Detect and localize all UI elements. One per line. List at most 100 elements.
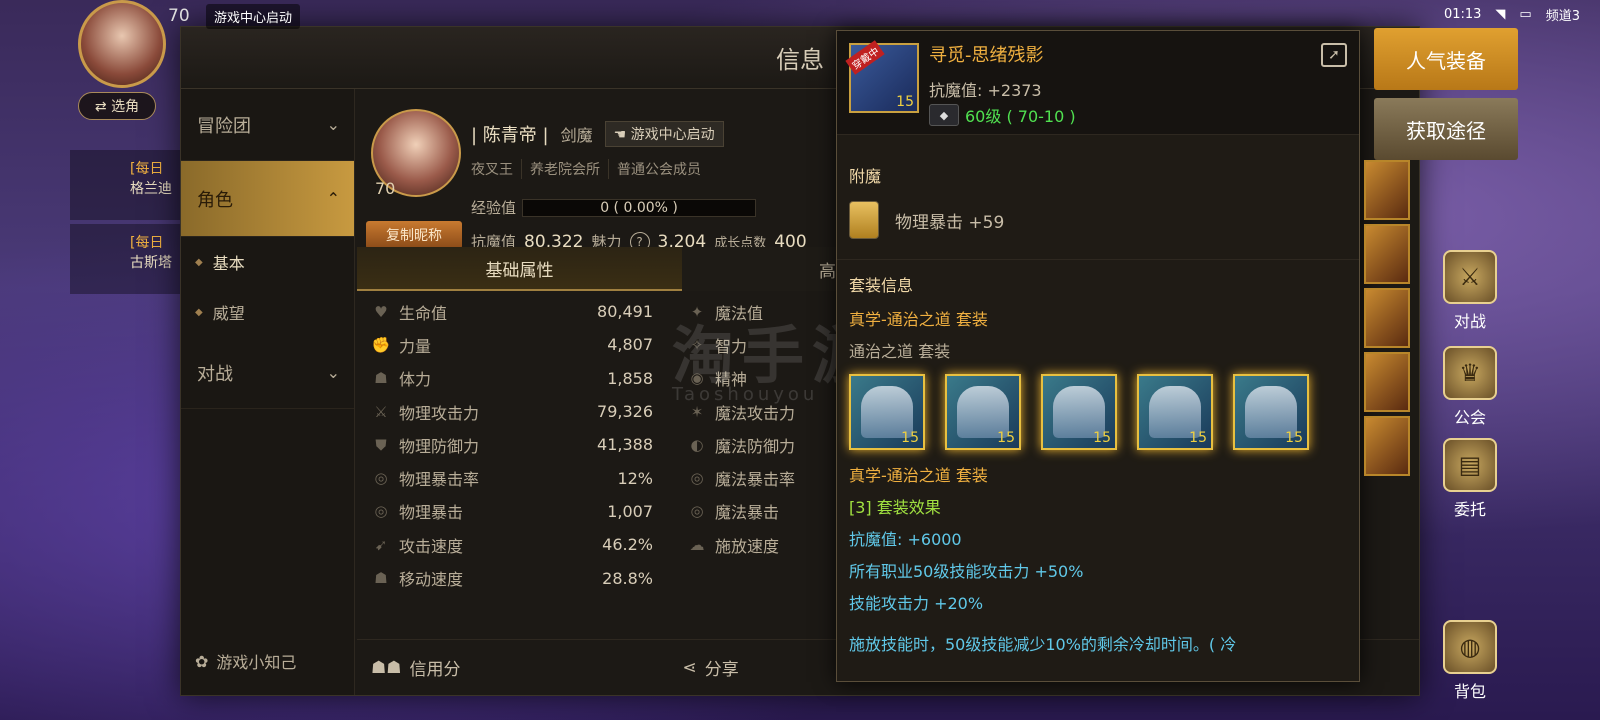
target-icon: ◎ [374, 469, 388, 488]
wifi-icon: ◥ [1495, 6, 1506, 22]
skill-thumb[interactable] [1364, 416, 1410, 476]
chevron-down-icon: ⌄ [326, 363, 340, 382]
diamond-icon: ◆ [195, 256, 203, 268]
attr-value: 28.8% [602, 568, 653, 588]
spirit-icon: ◉ [690, 369, 704, 388]
enchant-card-icon [849, 201, 879, 239]
launch-tag: ☚ 游戏中心启动 [604, 121, 724, 147]
set-item-level: 15 [997, 430, 1015, 446]
set-sub-name: 通治之道 套装 [849, 342, 951, 361]
board-icon: ▤ [1443, 438, 1497, 492]
tab-basic-attributes[interactable]: 基础属性 [357, 247, 682, 291]
quest-item[interactable]: [每日 格兰迪 [70, 150, 180, 220]
nav-battle[interactable]: 对战 ⌄ [181, 337, 354, 409]
set-item-icon[interactable]: 15 [1041, 374, 1117, 450]
side-nav: 冒险团 ⌄ 角色 ⌃ ◆ 基本 ◆ 威望 对战 ⌄ ✿ 游戏小知己 [181, 89, 355, 695]
set-name: 真学-通治之道 套装 [849, 310, 988, 329]
set-item-level: 15 [1093, 430, 1111, 446]
skill-thumbnails [1364, 160, 1410, 480]
nav-label: 威望 [212, 304, 245, 323]
item-resist: 抗魔值: +2373 [929, 81, 1042, 100]
attr-name: 移动速度 [399, 570, 464, 590]
character-level: 70 [375, 179, 396, 198]
body-icon: ☗ [374, 369, 388, 388]
character-class: 剑魔 [560, 126, 593, 145]
player-level: 70 [168, 6, 190, 26]
clock: 01:13 [1443, 6, 1482, 22]
skill-thumb[interactable] [1364, 224, 1410, 284]
shield-icon: ⛊ [375, 435, 387, 454]
set-item-icon[interactable]: 15 [849, 374, 925, 450]
nav-sub-basic[interactable]: ◆ 基本 [181, 237, 354, 287]
quest-item[interactable]: [每日 古斯塔 [70, 224, 180, 294]
attr-name: 体力 [399, 370, 432, 390]
launch-tag: 游戏中心启动 [206, 4, 301, 29]
set-item-level: 15 [1189, 430, 1207, 446]
share-button[interactable]: ⋖ 分享 [682, 655, 738, 681]
gem-icon: ◆ [929, 104, 959, 126]
attr-row: ⚔ 物理攻击力 79,326 [357, 395, 667, 428]
nav-label: 对战 [197, 363, 233, 385]
quest-tag: [每日 [130, 161, 164, 177]
nav-label: 基本 [212, 254, 245, 273]
battle-button[interactable]: ⚔ 对战 [1440, 250, 1500, 332]
attribute-column-left: ♥ 生命值 80,491 ✊ 力量 4,807 ☗ 体力 1,858 ⚔ 物理攻击力 79,32… [357, 295, 667, 595]
intellect-icon: ✧ [690, 335, 704, 354]
item-level-row: ◆ 60级 ( 70-10 ) [929, 103, 1076, 127]
set-item-level: 15 [901, 430, 919, 446]
share-icon[interactable]: ➚ [1321, 43, 1347, 67]
attr-name: 生命值 [399, 303, 448, 323]
skill-thumb[interactable] [1364, 352, 1410, 412]
popular-gear-button[interactable]: 人气装备 [1374, 28, 1518, 90]
bag-icon: ◍ [1443, 620, 1497, 674]
set-effect-title: [3] 套装效果 [849, 498, 941, 517]
nav-sub-prestige[interactable]: ◆ 威望 [181, 287, 354, 337]
commission-button[interactable]: ▤ 委托 [1440, 438, 1500, 520]
chevron-down-icon: ⌄ [326, 115, 340, 134]
set-item-icon[interactable]: 15 [945, 374, 1021, 450]
attr-name: 物理防御力 [399, 436, 480, 456]
attr-name: 物理暴击 [399, 503, 464, 523]
attr-row: ☗ 移动速度 28.8% [357, 561, 667, 594]
set-item-icon[interactable]: 15 [1233, 374, 1309, 450]
channel-label: 频道3 [1545, 8, 1580, 24]
attr-value: 46.2% [602, 535, 653, 555]
attr-row: ☗ 体力 1,858 [357, 362, 667, 395]
attr-value: 80,491 [597, 302, 653, 322]
obtain-path-button[interactable]: 获取途径 [1374, 98, 1518, 160]
attr-name: 力量 [399, 336, 432, 356]
set-info-title: 套装信息 [849, 276, 914, 295]
set-item-level: 15 [1285, 430, 1303, 446]
bag-button[interactable]: ◍ 背包 [1440, 620, 1500, 702]
commission-label: 委托 [1453, 500, 1486, 519]
skill-thumb[interactable] [1364, 288, 1410, 348]
attr-value: 4,807 [607, 335, 653, 355]
nav-adventure[interactable]: 冒险团 ⌄ [181, 89, 354, 161]
character-name-row: | 陈青帝 | 剑魔 ☚ 游戏中心启动 [471, 121, 724, 147]
set-items: 15 15 15 15 15 [837, 366, 1359, 458]
guild-button[interactable]: ♛ 公会 [1440, 346, 1500, 428]
item-icon: 穿戴中 15 [845, 40, 919, 113]
trivia-button[interactable]: ✿ 游戏小知己 [195, 649, 296, 673]
copy-name-button[interactable]: 复制昵称 [366, 221, 462, 249]
set-effect-line: 技能攻击力 +20% [849, 594, 984, 613]
set-description: 施放技能时，50级技能减少10%的剩余冷却时间。( 冷 [849, 635, 1237, 654]
credit-button[interactable]: ☗☗ 信用分 [371, 655, 461, 681]
target-icon: ◎ [374, 502, 388, 521]
skill-thumb[interactable] [1364, 160, 1410, 220]
credit-label: 信用分 [409, 660, 461, 680]
switch-character-button[interactable]: ⇄ 选角 [78, 92, 156, 120]
target-icon: ◎ [690, 502, 704, 521]
player-avatar[interactable] [78, 0, 166, 88]
item-level: 60级 ( 70-10 ) [965, 107, 1076, 126]
attr-value: 1,007 [607, 501, 653, 521]
attr-row: ⛊ 物理防御力 41,388 [357, 428, 667, 461]
character-name: | 陈青帝 | [471, 125, 549, 146]
quest-tag: [每日 [130, 235, 164, 251]
attr-value: 12% [617, 468, 653, 488]
attr-name: 攻击速度 [399, 536, 464, 556]
item-name: 寻觅-思绪残影 [929, 45, 1044, 66]
attr-row: ♥ 生命值 80,491 [357, 295, 667, 328]
nav-character[interactable]: 角色 ⌃ [181, 161, 354, 237]
set-item-icon[interactable]: 15 [1137, 374, 1213, 450]
